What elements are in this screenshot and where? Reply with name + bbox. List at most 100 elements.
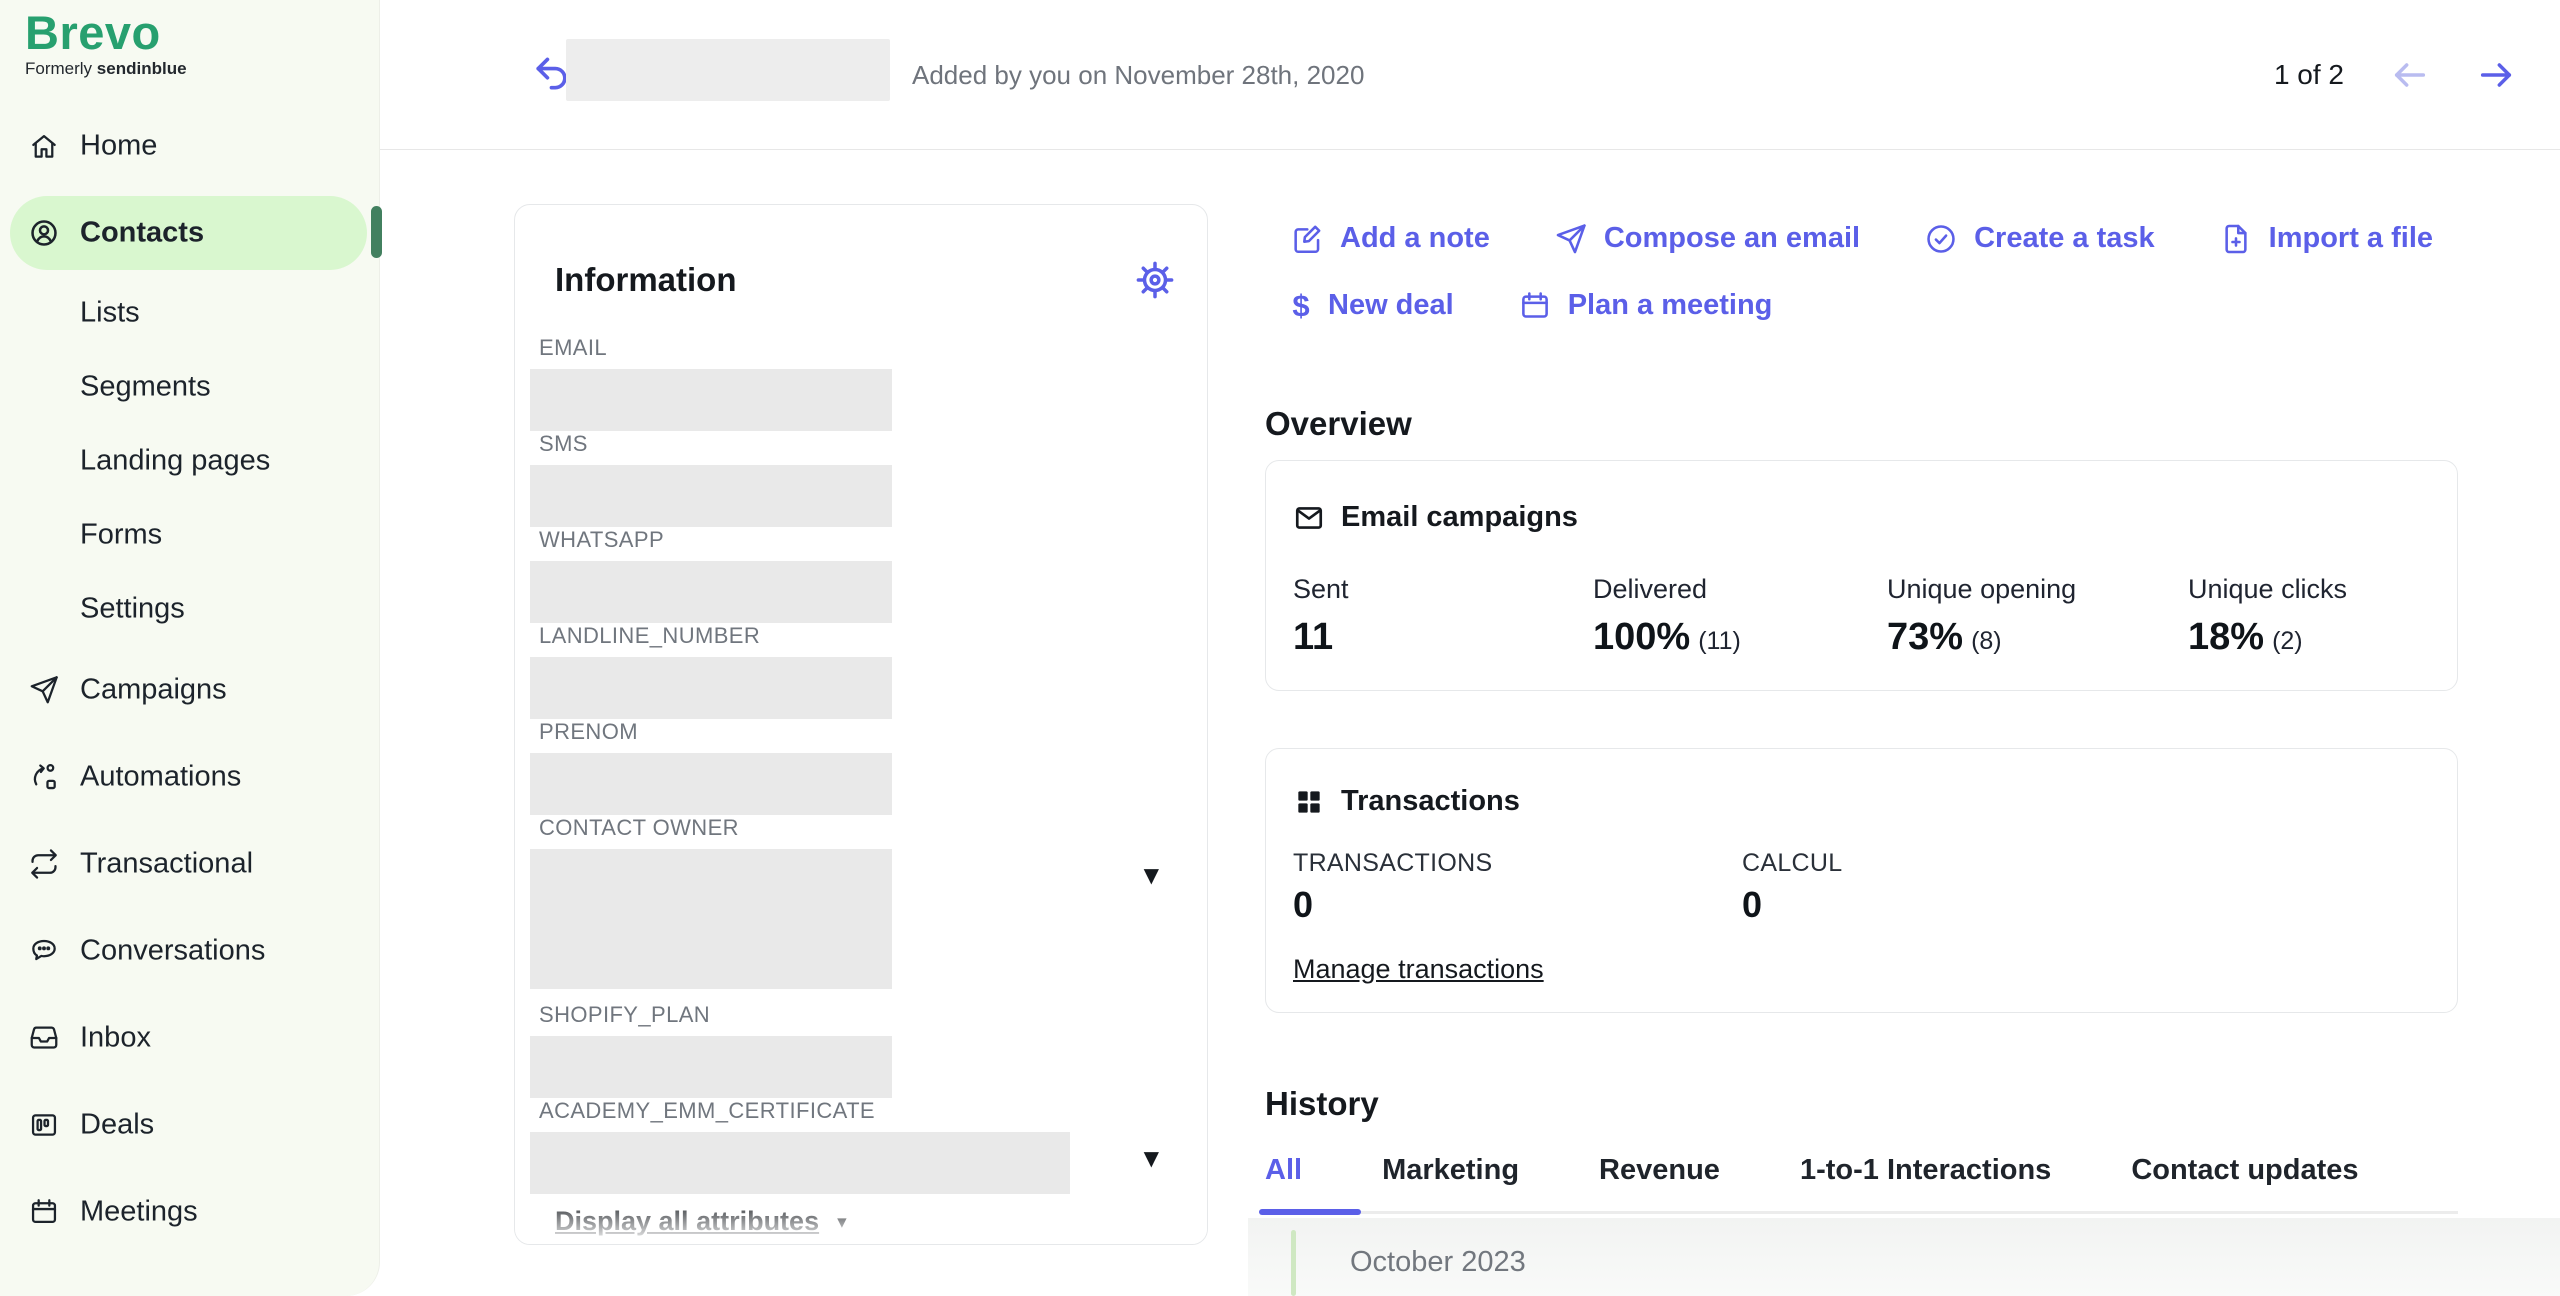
sidebar-item-label: Meetings bbox=[80, 1195, 198, 1227]
added-by-text: Added by you on November 28th, 2020 bbox=[912, 59, 1365, 90]
import-file-button[interactable]: Import a file bbox=[2219, 222, 2433, 256]
sidebar-item-lists[interactable]: Lists bbox=[0, 276, 379, 350]
transactions-header: Transactions bbox=[1293, 785, 1520, 818]
redacted-value[interactable] bbox=[530, 369, 892, 431]
redacted-value[interactable] bbox=[530, 465, 892, 527]
chevron-down-icon[interactable]: ▼ bbox=[1144, 1146, 1159, 1170]
contact-name-redacted bbox=[566, 39, 890, 101]
pager-count: 1 of 2 bbox=[2273, 59, 2344, 90]
history-title: History bbox=[1265, 1085, 1379, 1122]
plan-meeting-button[interactable]: Plan a meeting bbox=[1518, 289, 1773, 323]
attributes-settings-button[interactable] bbox=[1134, 259, 1176, 301]
next-contact-button[interactable] bbox=[2476, 55, 2516, 95]
sidebar-item-settings[interactable]: Settings bbox=[0, 572, 379, 646]
email-campaigns-card: Email campaigns Sent 11 Delivered 100% (1… bbox=[1265, 460, 2458, 691]
sidebar-item-label: Landing pages bbox=[80, 444, 271, 477]
sidebar-item-label: Automations bbox=[80, 760, 242, 792]
sidebar-item-label: Conversations bbox=[80, 934, 266, 966]
field-label: CONTACT OWNER bbox=[539, 815, 739, 840]
chevron-down-icon: ▾ bbox=[837, 1210, 847, 1233]
field-whatsapp: WHATSAPP bbox=[515, 527, 1207, 623]
sidebar-item-label: Transactional bbox=[80, 847, 254, 879]
sidebar-item-inbox[interactable]: Inbox bbox=[0, 994, 379, 1081]
previous-contact-button[interactable] bbox=[2390, 55, 2430, 95]
sidebar-item-home[interactable]: Home bbox=[0, 102, 379, 189]
tab-revenue[interactable]: Revenue bbox=[1599, 1154, 1720, 1187]
field-label: SHOPIFY_PLAN bbox=[539, 1002, 711, 1027]
deals-icon bbox=[28, 1109, 60, 1141]
brevo-logo[interactable]: Brevo Formerly sendinblue bbox=[25, 8, 187, 79]
action-label: Create a task bbox=[1974, 222, 2155, 254]
overview-title: Overview bbox=[1265, 405, 1412, 442]
action-label: New deal bbox=[1328, 289, 1454, 321]
field-shopify-plan: SHOPIFY_PLAN bbox=[515, 1002, 1207, 1098]
stat-delivered: Delivered 100% (11) bbox=[1593, 574, 1741, 658]
contacts-icon bbox=[28, 217, 60, 249]
information-panel: Information EMAIL SMS WHATSAPP LANDLINE_… bbox=[514, 204, 1208, 1245]
history-tabs: All Marketing Revenue 1-to-1 Interaction… bbox=[1258, 1154, 2458, 1215]
paper-plane-icon bbox=[1556, 223, 1586, 253]
card-title: Transactions bbox=[1341, 785, 1520, 817]
compose-email-button[interactable]: Compose an email bbox=[1554, 222, 1860, 256]
inbox-icon bbox=[28, 1022, 60, 1054]
timeline-line bbox=[1291, 1230, 1296, 1296]
tab-marketing[interactable]: Marketing bbox=[1382, 1154, 1519, 1187]
sidebar-item-campaigns[interactable]: Campaigns bbox=[0, 646, 379, 733]
sidebar-item-deals[interactable]: Deals bbox=[0, 1081, 379, 1168]
quick-actions: Add a note Compose an email Create a tas… bbox=[1290, 205, 2433, 339]
redacted-value[interactable] bbox=[530, 561, 892, 623]
display-all-label: Display all attributes bbox=[555, 1206, 820, 1236]
sidebar-item-transactional[interactable]: Transactional bbox=[0, 820, 379, 907]
redacted-value[interactable] bbox=[530, 657, 892, 719]
paper-plane-icon bbox=[28, 674, 60, 706]
redacted-value[interactable] bbox=[530, 1036, 892, 1098]
field-academy-emm-certificate: ACADEMY_EMM_CERTIFICATE ▼ bbox=[515, 1098, 1207, 1194]
quick-actions-row-2: $ New deal Plan a meeting bbox=[1290, 272, 2433, 339]
home-icon bbox=[28, 130, 60, 162]
sidebar: Brevo Formerly sendinblue Home Contacts … bbox=[0, 0, 382, 1296]
history-timeline: October 2023 bbox=[1248, 1218, 2560, 1296]
brevo-logo-tagline: Formerly sendinblue bbox=[25, 59, 187, 78]
chevron-down-icon[interactable]: ▼ bbox=[1144, 863, 1159, 887]
sidebar-item-contacts[interactable]: Contacts bbox=[0, 189, 379, 276]
sidebar-item-label: Contacts bbox=[80, 216, 205, 248]
redacted-value[interactable] bbox=[530, 1132, 1070, 1194]
calendar-icon bbox=[28, 1196, 60, 1228]
tab-all[interactable]: All bbox=[1258, 1154, 1362, 1215]
sidebar-item-meetings[interactable]: Meetings bbox=[0, 1168, 379, 1255]
sidebar-item-automations[interactable]: Automations bbox=[0, 733, 379, 820]
redacted-value[interactable] bbox=[530, 849, 892, 989]
field-landline-number: LANDLINE_NUMBER bbox=[515, 623, 1207, 719]
grid-icon bbox=[1298, 790, 1320, 813]
metric-transactions: TRANSACTIONS 0 bbox=[1293, 849, 1493, 925]
brevo-contact-page: Brevo Formerly sendinblue Home Contacts … bbox=[0, 0, 2560, 1296]
dollar-icon: $ bbox=[1292, 287, 1310, 323]
sidebar-item-label: Home bbox=[80, 129, 158, 161]
contact-pager: 1 of 2 bbox=[2274, 0, 2516, 150]
create-task-button[interactable]: Create a task bbox=[1924, 222, 2155, 256]
sidebar-item-landing-pages[interactable]: Landing pages bbox=[0, 424, 379, 498]
sidebar-item-label: Segments bbox=[80, 370, 211, 403]
action-label: Plan a meeting bbox=[1567, 289, 1773, 321]
sidebar-item-forms[interactable]: Forms bbox=[0, 498, 379, 572]
sidebar-item-label: Settings bbox=[80, 592, 185, 625]
sidebar-item-label: Forms bbox=[80, 518, 163, 551]
tab-contact-updates[interactable]: Contact updates bbox=[2131, 1154, 2358, 1187]
redacted-value[interactable] bbox=[530, 753, 892, 815]
note-pencil-icon bbox=[1294, 225, 1321, 253]
new-deal-button[interactable]: $ New deal bbox=[1290, 287, 1454, 324]
field-label: EMAIL bbox=[539, 335, 608, 360]
envelope-icon bbox=[1295, 506, 1323, 529]
email-stats: Sent 11 Delivered 100% (11) Unique openin… bbox=[1293, 573, 2347, 663]
tab-1-to-1-interactions[interactable]: 1-to-1 Interactions bbox=[1800, 1154, 2051, 1187]
action-label: Add a note bbox=[1340, 222, 1490, 254]
chat-icon bbox=[28, 935, 60, 967]
sidebar-item-segments[interactable]: Segments bbox=[0, 350, 379, 424]
sidebar-item-label: Campaigns bbox=[80, 673, 227, 705]
sidebar-item-conversations[interactable]: Conversations bbox=[0, 907, 379, 994]
manage-transactions-link[interactable]: Manage transactions bbox=[1293, 954, 1544, 985]
display-all-attributes-link[interactable]: Display all attributes ▾ bbox=[555, 1206, 847, 1237]
topbar: Added by you on November 28th, 2020 1 of… bbox=[380, 0, 2560, 150]
add-note-button[interactable]: Add a note bbox=[1290, 222, 1490, 256]
action-label: Import a file bbox=[2268, 222, 2434, 254]
